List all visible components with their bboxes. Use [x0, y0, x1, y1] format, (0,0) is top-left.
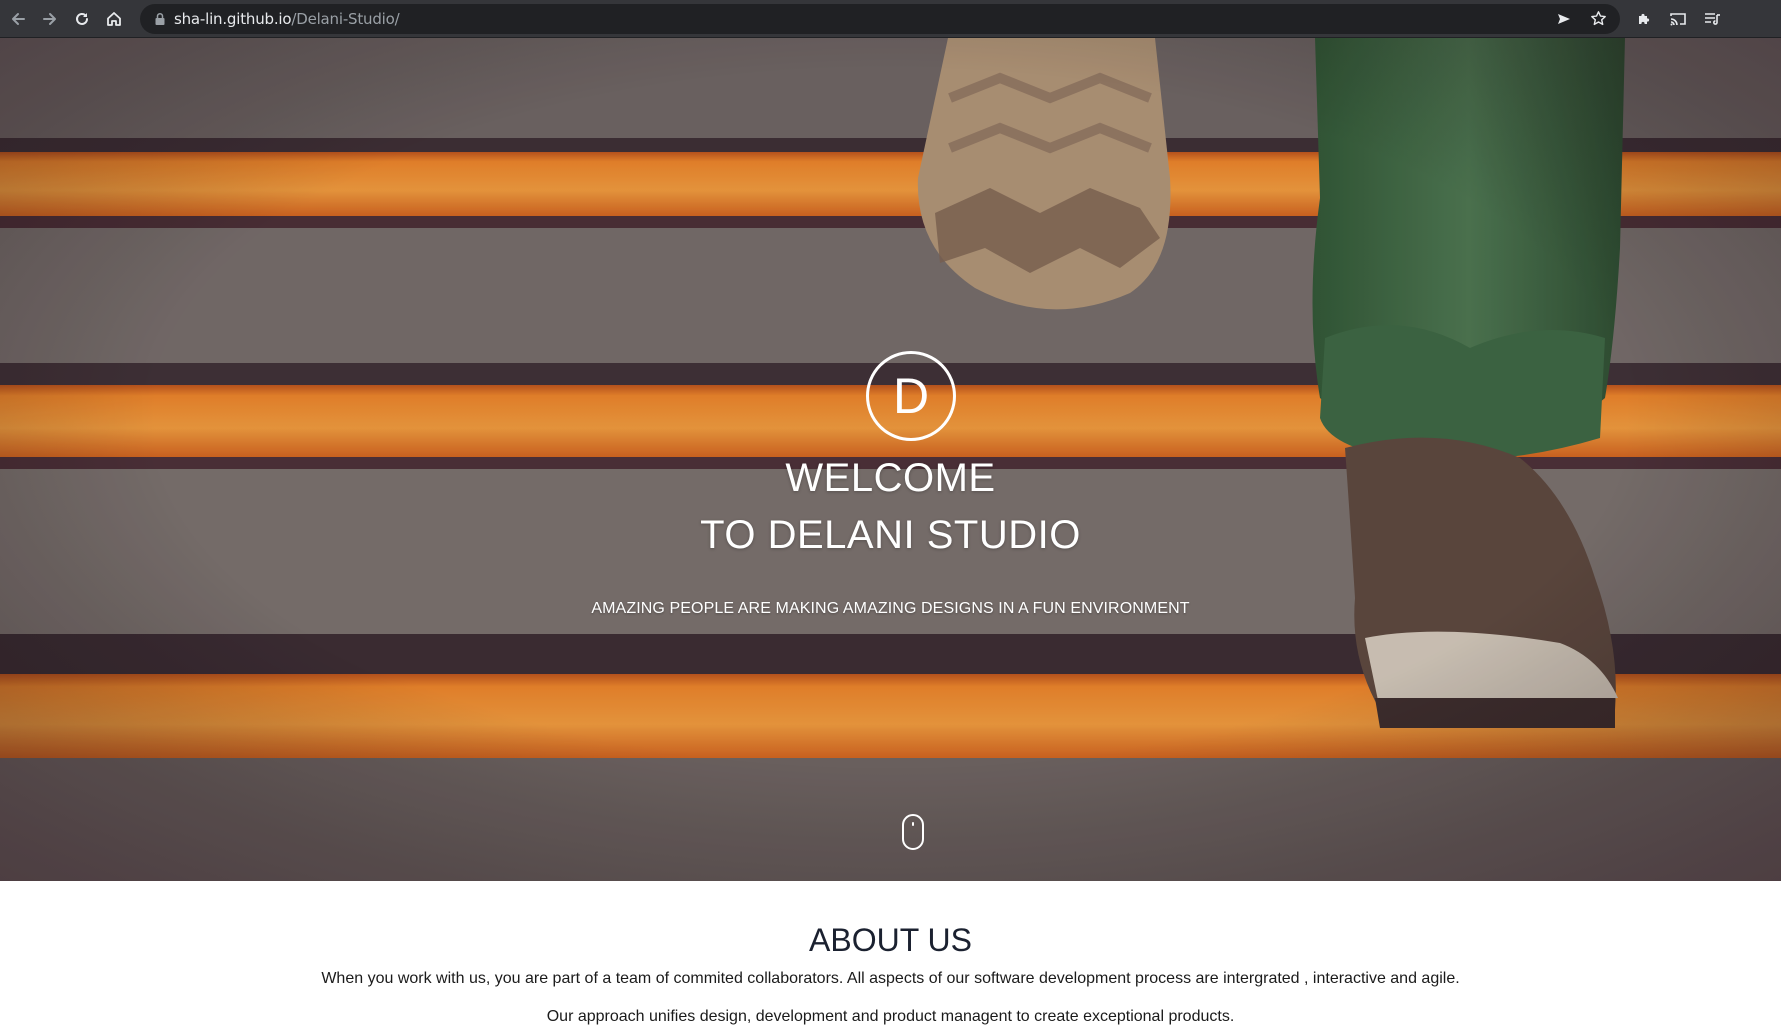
forward-button[interactable] [34, 3, 66, 35]
media-control-icon [1705, 12, 1720, 25]
forward-icon [43, 12, 56, 25]
url-text[interactable]: sha-lin.github.io/Delani-Studio/ [174, 9, 400, 28]
extensions-button[interactable] [1628, 3, 1660, 35]
navigation-buttons [2, 3, 130, 35]
extension-buttons [1628, 3, 1728, 35]
hero-content: D WELCOME TO DELANI STUDIO AMAZING PEOPL… [0, 38, 1781, 881]
about-paragraph-1: When you work with us, you are part of a… [321, 970, 1460, 987]
hero-title-line2: TO DELANI STUDIO [700, 513, 1081, 557]
cast-icon [1670, 12, 1686, 25]
about-title: ABOUT US [809, 922, 972, 958]
hero-title-line1: WELCOME [785, 456, 996, 500]
scroll-down-mouse-icon[interactable] [902, 814, 924, 850]
home-button[interactable] [98, 3, 130, 35]
media-control-button[interactable] [1696, 3, 1728, 35]
studio-logo: D [866, 351, 956, 441]
extensions-icon [1638, 13, 1649, 24]
hero-section: D WELCOME TO DELANI STUDIO AMAZING PEOPL… [0, 38, 1781, 881]
send-tab-button[interactable] [1548, 3, 1580, 35]
about-section: ABOUT US When you work with us, you are … [0, 881, 1781, 1025]
reload-button[interactable] [66, 3, 98, 35]
send-icon [1558, 13, 1570, 24]
about-paragraph-2: Our approach unifies design, development… [546, 1008, 1235, 1025]
back-button[interactable] [2, 3, 34, 35]
logo-letter: D [892, 368, 930, 424]
url-host: sha-lin.github.io [174, 9, 292, 28]
star-icon [1590, 11, 1606, 26]
home-icon [107, 11, 121, 26]
cast-button[interactable] [1662, 3, 1694, 35]
lock-icon[interactable] [154, 12, 166, 26]
address-bar[interactable]: sha-lin.github.io/Delani-Studio/ [140, 3, 1620, 34]
mouse-wheel [912, 822, 914, 826]
omnibox-actions [1548, 4, 1614, 34]
bookmark-button[interactable] [1582, 3, 1614, 35]
url-path: /Delani-Studio/ [291, 9, 400, 28]
hero-tagline: AMAZING PEOPLE ARE MAKING AMAZING DESIGN… [591, 600, 1190, 617]
browser-toolbar: sha-lin.github.io/Delani-Studio/ [0, 0, 1781, 38]
reload-icon [76, 12, 88, 25]
back-icon [12, 12, 25, 25]
